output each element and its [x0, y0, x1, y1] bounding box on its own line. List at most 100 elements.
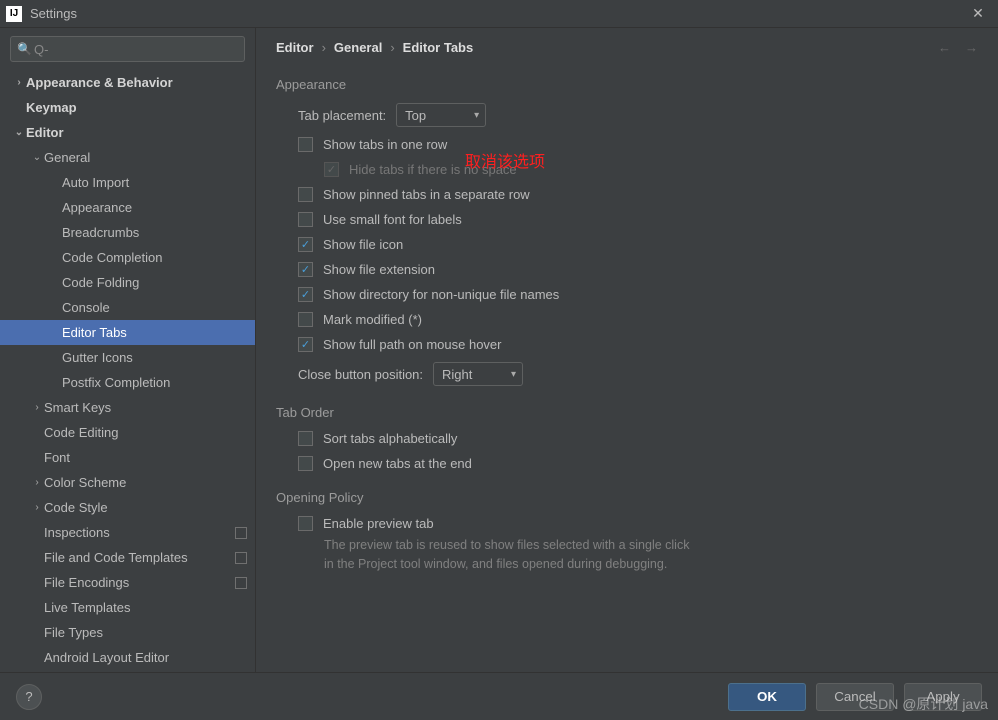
scope-badge-icon: [235, 577, 247, 589]
tree-item-file-and-code-templates[interactable]: File and Code Templates: [0, 545, 255, 570]
nav-forward-icon[interactable]: →: [965, 40, 978, 55]
close-button-position-label: Close button position:: [298, 367, 423, 382]
checkbox-label: Show file extension: [323, 262, 435, 277]
checkbox-full_path_hover[interactable]: [298, 337, 313, 352]
tree-item-label: Code Completion: [62, 250, 162, 265]
option-row-small_font: Use small font for labels: [276, 207, 978, 232]
checkbox-pinned_separate[interactable]: [298, 187, 313, 202]
checkbox-file_ext[interactable]: [298, 262, 313, 277]
tree-item-gutter-icons[interactable]: Gutter Icons: [0, 345, 255, 370]
tree-item-label: Appearance: [62, 200, 132, 215]
section-appearance-title: Appearance: [276, 77, 978, 92]
tree-item-font[interactable]: Font: [0, 445, 255, 470]
chevron-right-icon[interactable]: ›: [12, 77, 26, 88]
tree-item-console[interactable]: Console: [0, 295, 255, 320]
checkbox-label: Sort tabs alphabetically: [323, 431, 457, 446]
scope-badge-icon: [235, 527, 247, 539]
close-icon[interactable]: ✕: [964, 0, 992, 28]
preview-tab-description: in the Project tool window, and files op…: [276, 555, 978, 574]
checkbox-mark_modified[interactable]: [298, 312, 313, 327]
search-placeholder: Q-: [34, 42, 48, 57]
tree-item-label: File and Code Templates: [44, 550, 188, 565]
tree-item-label: Font: [44, 450, 70, 465]
tree-item-code-style[interactable]: ›Code Style: [0, 495, 255, 520]
tree-item-label: Inspections: [44, 525, 110, 540]
checkbox-label: Show directory for non-unique file names: [323, 287, 559, 302]
checkbox-label: Show tabs in one row: [323, 137, 447, 152]
tree-item-postfix-completion[interactable]: Postfix Completion: [0, 370, 255, 395]
option-row-sort_alpha: Sort tabs alphabetically: [276, 426, 978, 451]
tree-item-keymap[interactable]: Keymap: [0, 95, 255, 120]
user-annotation: 取消该选项: [465, 148, 545, 172]
settings-tree[interactable]: ›Appearance & BehaviorKeymap⌄Editor⌄Gene…: [0, 70, 255, 672]
tree-item-android-layout-editor[interactable]: Android Layout Editor: [0, 645, 255, 670]
tree-item-inspections[interactable]: Inspections: [0, 520, 255, 545]
tree-item-label: Color Scheme: [44, 475, 126, 490]
checkbox-sort_alpha[interactable]: [298, 431, 313, 446]
apply-button[interactable]: Apply: [904, 683, 982, 711]
option-row-file_icon: Show file icon: [276, 232, 978, 257]
chevron-right-icon: ›: [322, 40, 326, 55]
content-panel: Appearance Tab placement: Top Show tabs …: [256, 63, 998, 672]
breadcrumb-item: Editor Tabs: [403, 40, 474, 55]
tree-item-label: Smart Keys: [44, 400, 111, 415]
option-row-pinned_separate: Show pinned tabs in a separate row: [276, 182, 978, 207]
tree-item-label: File Encodings: [44, 575, 129, 590]
tree-item-label: Live Templates: [44, 600, 130, 615]
option-row-one_row: Show tabs in one row: [276, 132, 978, 157]
chevron-right-icon: ›: [390, 40, 394, 55]
tree-item-label: Appearance & Behavior: [26, 75, 173, 90]
tab-placement-select[interactable]: Top: [396, 103, 486, 127]
tree-item-code-folding[interactable]: Code Folding: [0, 270, 255, 295]
tree-item-code-editing[interactable]: Code Editing: [0, 420, 255, 445]
tree-item-auto-import[interactable]: Auto Import: [0, 170, 255, 195]
chevron-right-icon[interactable]: ›: [30, 502, 44, 513]
tree-item-color-scheme[interactable]: ›Color Scheme: [0, 470, 255, 495]
tree-item-label: General: [44, 150, 90, 165]
tree-item-code-completion[interactable]: Code Completion: [0, 245, 255, 270]
chevron-right-icon[interactable]: ›: [30, 477, 44, 488]
tree-item-editor[interactable]: ⌄Editor: [0, 120, 255, 145]
checkbox-dir_nonunique[interactable]: [298, 287, 313, 302]
checkbox-preview_tab[interactable]: [298, 516, 313, 531]
tree-item-appearance-behavior[interactable]: ›Appearance & Behavior: [0, 70, 255, 95]
option-row-open_end: Open new tabs at the end: [276, 451, 978, 476]
checkbox-label: Use small font for labels: [323, 212, 462, 227]
help-button[interactable]: ?: [16, 684, 42, 710]
checkbox-small_font[interactable]: [298, 212, 313, 227]
option-row-hide_no_space: Hide tabs if there is no space: [276, 157, 978, 182]
search-icon: 🔍: [17, 42, 32, 56]
ok-button[interactable]: OK: [728, 683, 806, 711]
chevron-down-icon[interactable]: ⌄: [30, 152, 44, 163]
tree-item-editor-tabs[interactable]: Editor Tabs: [0, 320, 255, 345]
app-icon: IJ: [6, 6, 22, 22]
tree-item-label: Editor Tabs: [62, 325, 127, 340]
tree-item-breadcrumbs[interactable]: Breadcrumbs: [0, 220, 255, 245]
tree-item-label: Android Layout Editor: [44, 650, 169, 665]
window-title: Settings: [30, 6, 964, 21]
option-row-dir_nonunique: Show directory for non-unique file names: [276, 282, 978, 307]
cancel-button[interactable]: Cancel: [816, 683, 894, 711]
checkbox-file_icon[interactable]: [298, 237, 313, 252]
breadcrumb-item[interactable]: Editor: [276, 40, 314, 55]
checkbox-one_row[interactable]: [298, 137, 313, 152]
checkbox-label: Show pinned tabs in a separate row: [323, 187, 530, 202]
nav-back-icon[interactable]: ←: [938, 40, 951, 55]
tree-item-smart-keys[interactable]: ›Smart Keys: [0, 395, 255, 420]
tree-item-live-templates[interactable]: Live Templates: [0, 595, 255, 620]
tree-item-label: Keymap: [26, 100, 77, 115]
checkbox-open_end[interactable]: [298, 456, 313, 471]
close-button-position-select[interactable]: Right: [433, 362, 523, 386]
checkbox-label: Mark modified (*): [323, 312, 422, 327]
tree-item-appearance[interactable]: Appearance: [0, 195, 255, 220]
tree-item-general[interactable]: ⌄General: [0, 145, 255, 170]
chevron-down-icon[interactable]: ⌄: [12, 127, 26, 138]
tree-item-file-encodings[interactable]: File Encodings: [0, 570, 255, 595]
section-tab-order-title: Tab Order: [276, 405, 978, 420]
tab-placement-label: Tab placement:: [298, 108, 386, 123]
search-input[interactable]: 🔍 Q-: [10, 36, 245, 62]
tree-item-file-types[interactable]: File Types: [0, 620, 255, 645]
tree-item-label: Gutter Icons: [62, 350, 133, 365]
chevron-right-icon[interactable]: ›: [30, 402, 44, 413]
breadcrumb-item[interactable]: General: [334, 40, 382, 55]
